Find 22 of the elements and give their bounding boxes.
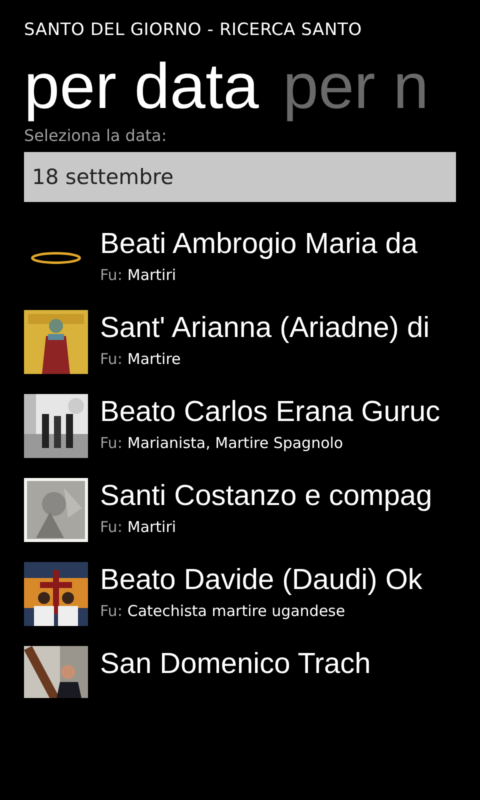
app-title: SANTO DEL GIORNO - RICERCA SANTO <box>24 20 363 42</box>
role-label: Fu: <box>100 517 122 538</box>
saint-name[interactable]: Sant' Arianna (Ariadne) di <box>100 310 430 346</box>
date-field[interactable]: 18 settembre <box>24 152 456 202</box>
saint-name[interactable]: Santi Costanzo e compag <box>100 478 432 514</box>
saint-name[interactable]: San Domenico Trach <box>100 646 371 682</box>
halo-icon <box>31 252 81 264</box>
role-label: Fu: <box>100 349 122 370</box>
role-label: Fu: <box>100 433 122 454</box>
role-text: Marianista, Martire Spagnolo <box>127 433 344 454</box>
saint-name[interactable]: Beati Ambrogio Maria da <box>100 226 418 262</box>
role-label: Fu: <box>100 265 122 286</box>
saint-name[interactable]: Beato Davide (Daudi) Ok <box>100 562 422 598</box>
pivot-tab[interactable]: per n <box>282 48 429 124</box>
role-text: Martiri <box>127 265 176 286</box>
role-text: Martire <box>127 349 181 370</box>
date-label: Seleziona la data: <box>24 126 168 147</box>
role-text: Martiri <box>127 517 176 538</box>
role-text: Catechista martire ugandese <box>127 601 346 622</box>
role-label: Fu: <box>100 601 122 622</box>
pivot-tab[interactable]: per data <box>24 48 259 124</box>
saint-name[interactable]: Beato Carlos Erana Guruc <box>100 394 440 430</box>
